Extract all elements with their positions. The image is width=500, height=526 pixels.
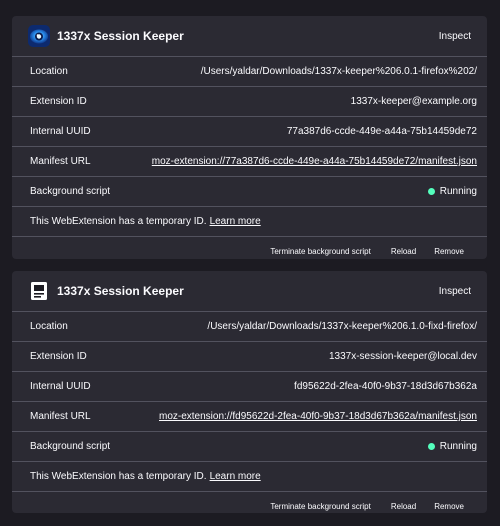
reload-button[interactable]: Reload — [382, 498, 425, 515]
extension-name: 1337x Session Keeper — [57, 284, 184, 298]
internal-uuid-row: Internal UUID 77a387d6-ccde-449e-a44a-75… — [12, 117, 487, 147]
running-status-dot-icon — [427, 188, 435, 195]
location-value: /Users/yaldar/Downloads/1337x-keeper%206… — [207, 321, 477, 332]
extension-id-value: 1337x-keeper@example.org — [350, 96, 477, 107]
extension-card: 1337x Session Keeper Inspect Location /U… — [12, 16, 487, 259]
manifest-url-link[interactable]: moz-extension://77a387d6-ccde-449e-a44a-… — [152, 156, 477, 167]
inspect-button[interactable]: Inspect — [439, 282, 471, 301]
extension-id-label: Extension ID — [30, 96, 87, 107]
manifest-url-label: Manifest URL — [30, 411, 91, 422]
temporary-id-text: This WebExtension has a temporary ID. — [30, 216, 207, 227]
background-script-label: Background script — [30, 186, 111, 197]
location-label: Location — [30, 66, 68, 77]
generic-extension-icon — [27, 279, 51, 303]
about-debugging-page: 1337x Session Keeper Inspect Location /U… — [0, 0, 500, 526]
background-script-value: Running — [439, 441, 477, 452]
extension-actions: Terminate background script Reload Remov… — [12, 492, 487, 520]
background-script-status: Running — [427, 186, 477, 197]
running-status-dot-icon — [427, 443, 435, 450]
extension-card: 1337x Session Keeper Inspect Location /U… — [12, 271, 487, 513]
internal-uuid-value: fd95622d-2fea-40f0-9b37-18d3d67b362a — [294, 381, 477, 392]
extension-card-header: 1337x Session Keeper Inspect — [12, 271, 487, 312]
extension-id-row: Extension ID 1337x-session-keeper@local.… — [12, 342, 487, 372]
internal-uuid-row: Internal UUID fd95622d-2fea-40f0-9b37-18… — [12, 372, 487, 402]
temporary-id-text: This WebExtension has a temporary ID. — [30, 471, 207, 482]
inspect-button[interactable]: Inspect — [439, 27, 471, 46]
remove-button[interactable]: Remove — [425, 498, 473, 515]
location-row: Location /Users/yaldar/Downloads/1337x-k… — [12, 57, 487, 87]
terminate-background-script-button[interactable]: Terminate background script — [261, 243, 380, 260]
manifest-url-link[interactable]: moz-extension://fd95622d-2fea-40f0-9b37-… — [159, 411, 477, 422]
internal-uuid-value: 77a387d6-ccde-449e-a44a-75b14459de72 — [286, 126, 477, 137]
location-value: /Users/yaldar/Downloads/1337x-keeper%206… — [200, 66, 477, 77]
temporary-id-row: This WebExtension has a temporary ID. Le… — [12, 462, 487, 492]
manifest-url-label: Manifest URL — [30, 156, 91, 167]
internal-uuid-label: Internal UUID — [30, 126, 91, 137]
location-row: Location /Users/yaldar/Downloads/1337x-k… — [12, 312, 487, 342]
background-script-row: Background script Running — [12, 432, 487, 462]
terminate-background-script-button[interactable]: Terminate background script — [261, 498, 380, 515]
eye-logo-icon — [27, 24, 51, 48]
internal-uuid-label: Internal UUID — [30, 381, 91, 392]
extension-name: 1337x Session Keeper — [57, 29, 184, 43]
extension-id-label: Extension ID — [30, 351, 87, 362]
learn-more-link[interactable]: Learn more — [210, 471, 261, 482]
manifest-url-row: Manifest URL moz-extension://fd95622d-2f… — [12, 402, 487, 432]
manifest-url-row: Manifest URL moz-extension://77a387d6-cc… — [12, 147, 487, 177]
background-script-label: Background script — [30, 441, 111, 452]
extension-id-row: Extension ID 1337x-keeper@example.org — [12, 87, 487, 117]
location-label: Location — [30, 321, 68, 332]
background-script-value: Running — [439, 186, 477, 197]
extension-card-header: 1337x Session Keeper Inspect — [12, 16, 487, 57]
background-script-row: Background script Running — [12, 177, 487, 207]
reload-button[interactable]: Reload — [382, 243, 425, 260]
extension-actions: Terminate background script Reload Remov… — [12, 237, 487, 265]
temporary-id-row: This WebExtension has a temporary ID. Le… — [12, 207, 487, 237]
background-script-status: Running — [427, 441, 477, 452]
extension-id-value: 1337x-session-keeper@local.dev — [328, 351, 477, 362]
remove-button[interactable]: Remove — [425, 243, 473, 260]
learn-more-link[interactable]: Learn more — [210, 216, 261, 227]
